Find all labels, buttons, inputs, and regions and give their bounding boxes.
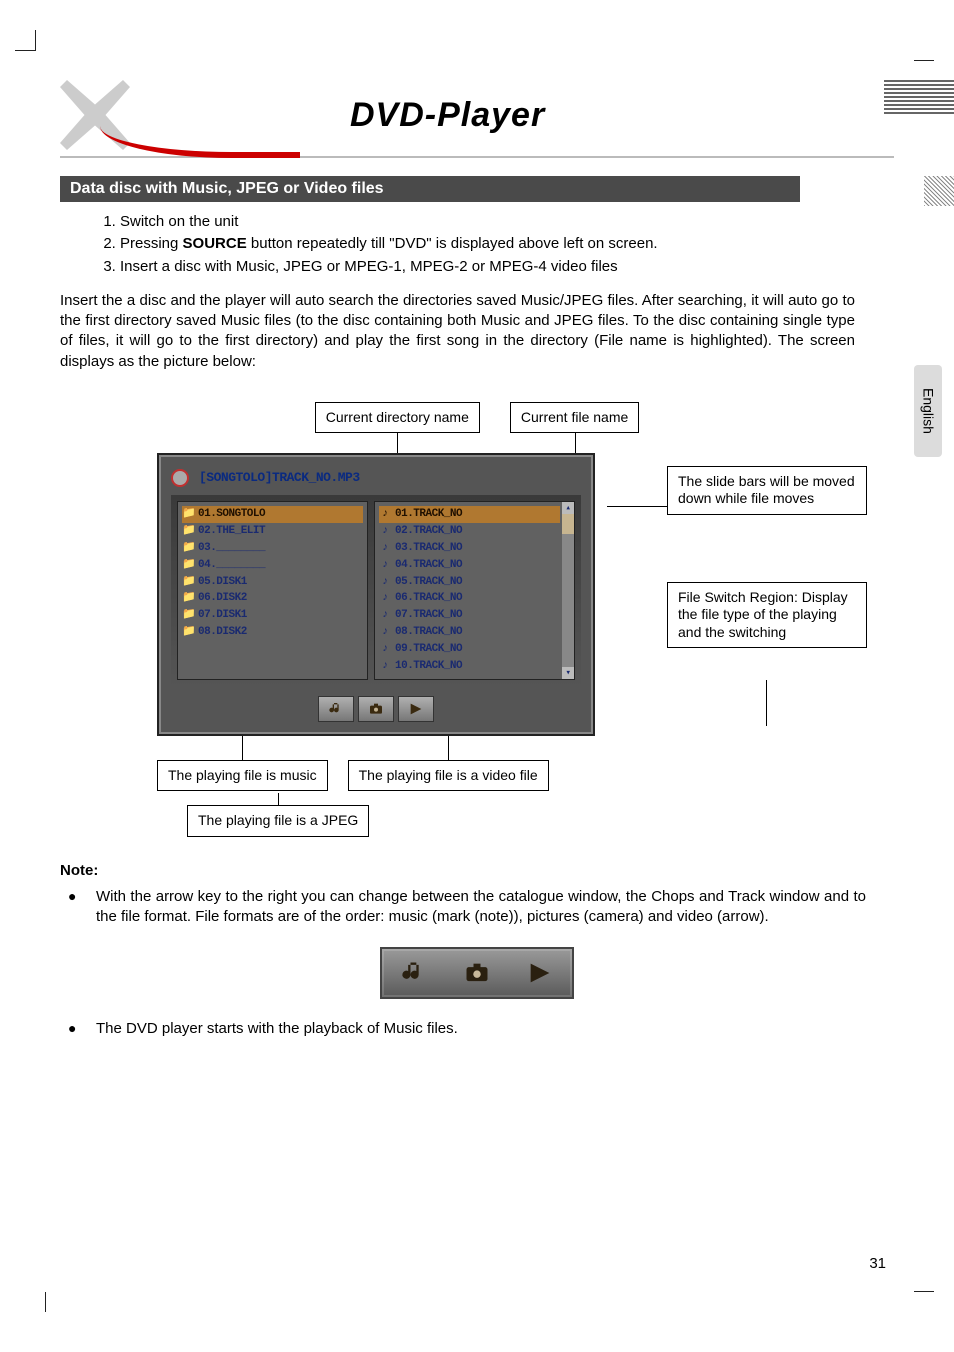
callout-file-switch: File Switch Region: Display the file typ…	[667, 582, 867, 649]
file-label: 08.TRACK_NO	[395, 625, 462, 640]
camera-icon	[463, 959, 491, 987]
disc-icon	[171, 469, 189, 487]
crop-mark	[25, 1292, 46, 1312]
dir-label: 02.THE_ELIT	[198, 524, 265, 539]
video-tab[interactable]	[398, 696, 434, 722]
file-label: 09.TRACK_NO	[395, 642, 462, 657]
step-item: Switch on the unit	[120, 212, 894, 232]
page-number: 31	[869, 1255, 886, 1272]
file-label: 07.TRACK_NO	[395, 608, 462, 623]
file-row: ♪03.TRACK_NO	[379, 540, 560, 557]
chapter-header: DVD-Player	[60, 80, 894, 158]
music-icon	[328, 701, 344, 717]
language-tab-label: English	[919, 388, 938, 434]
intro-paragraph: Insert the a disc and the player will au…	[60, 291, 855, 372]
dir-label: 07.DISK1	[198, 608, 247, 623]
player-titlebar: [SONGTOLO]TRACK_NO.MP3	[171, 469, 581, 487]
file-row: ♪01.TRACK_NO	[379, 506, 560, 523]
callout-slide-bars: The slide bars will be moved down while …	[667, 466, 867, 515]
callout-current-dir: Current directory name	[315, 402, 480, 434]
file-label: 04.TRACK_NO	[395, 558, 462, 573]
camera-icon	[368, 701, 384, 717]
player-title-text: [SONGTOLO]TRACK_NO.MP3	[199, 469, 360, 487]
crop-mark	[914, 1291, 934, 1312]
directory-pane: 📁01.SONGTOLO 📁02.THE_ELIT 📁03.________ 📁…	[177, 501, 368, 679]
dir-label: 05.DISK1	[198, 575, 247, 590]
dir-label: 01.SONGTOLO	[198, 507, 265, 522]
file-label: 02.TRACK_NO	[395, 524, 462, 539]
file-label: 10.TRACK_NO	[395, 659, 462, 674]
note-heading: Note:	[60, 861, 894, 881]
dir-label: 08.DISK2	[198, 625, 247, 640]
file-row: ♪05.TRACK_NO	[379, 574, 560, 591]
file-row: ♪06.TRACK_NO	[379, 590, 560, 607]
file-row: ♪10.TRACK_NO	[379, 658, 560, 675]
file-label: 06.TRACK_NO	[395, 591, 462, 606]
file-row: ♪02.TRACK_NO	[379, 523, 560, 540]
file-pane: ▴ ▾ ♪01.TRACK_NO ♪02.TRACK_NO ♪03.TRACK_…	[374, 501, 575, 679]
jpeg-tab[interactable]	[358, 696, 394, 722]
callout-playing-jpeg: The playing file is a JPEG	[187, 805, 369, 837]
file-row: ♪07.TRACK_NO	[379, 607, 560, 624]
arrow-icon	[408, 701, 424, 717]
file-row: ♪08.TRACK_NO	[379, 624, 560, 641]
arrow-icon	[526, 959, 554, 987]
crop-mark	[15, 30, 36, 51]
dir-label: 06.DISK2	[198, 591, 247, 606]
callout-current-file: Current file name	[510, 402, 639, 434]
music-tab[interactable]	[318, 696, 354, 722]
file-label: 03.TRACK_NO	[395, 541, 462, 556]
dir-row: 📁02.THE_ELIT	[182, 523, 363, 540]
crop-mark	[914, 40, 934, 61]
player-figure: Current directory name Current file name…	[127, 402, 827, 837]
file-row: ♪04.TRACK_NO	[379, 557, 560, 574]
note-bullet: With the arrow key to the right you can …	[96, 887, 866, 928]
steps-list: Switch on the unit Pressing SOURCE butto…	[60, 212, 894, 277]
filetype-toolbar-illustration	[380, 947, 574, 999]
dir-row: 📁07.DISK1	[182, 607, 363, 624]
dir-label: 04.________	[198, 558, 265, 573]
chapter-title: DVD-Player	[350, 96, 545, 135]
language-tab: English	[914, 365, 942, 457]
dir-row: 📁08.DISK2	[182, 624, 363, 641]
keyword-source: SOURCE	[183, 235, 247, 252]
dir-row: 📁04.________	[182, 557, 363, 574]
dir-row: 📁05.DISK1	[182, 574, 363, 591]
scroll-down-icon[interactable]: ▾	[562, 667, 574, 679]
step-item: Pressing SOURCE button repeatedly till "…	[120, 234, 894, 254]
music-icon	[400, 959, 428, 987]
dir-row: 📁06.DISK2	[182, 590, 363, 607]
callout-playing-video: The playing file is a video file	[348, 760, 549, 792]
dir-label: 03.________	[198, 541, 265, 556]
decor-lines	[884, 80, 954, 116]
dir-row: 📁01.SONGTOLO	[182, 506, 363, 523]
header-swoosh	[100, 126, 300, 158]
callout-playing-music: The playing file is music	[157, 760, 328, 792]
player-window: [SONGTOLO]TRACK_NO.MP3 📁01.SONGTOLO 📁02.…	[157, 453, 595, 735]
file-label: 01.TRACK_NO	[395, 507, 462, 522]
scrollbar[interactable]: ▴ ▾	[562, 502, 574, 678]
section-heading: Data disc with Music, JPEG or Video file…	[60, 176, 800, 202]
note-bullet: The DVD player starts with the playback …	[96, 1019, 866, 1039]
step-item: Insert a disc with Music, JPEG or MPEG-1…	[120, 257, 894, 277]
file-label: 05.TRACK_NO	[395, 575, 462, 590]
scroll-thumb[interactable]	[562, 514, 574, 534]
file-row: ♪09.TRACK_NO	[379, 641, 560, 658]
dir-row: 📁03.________	[182, 540, 363, 557]
scroll-up-icon[interactable]: ▴	[562, 502, 574, 514]
decor-hatch	[924, 176, 954, 206]
